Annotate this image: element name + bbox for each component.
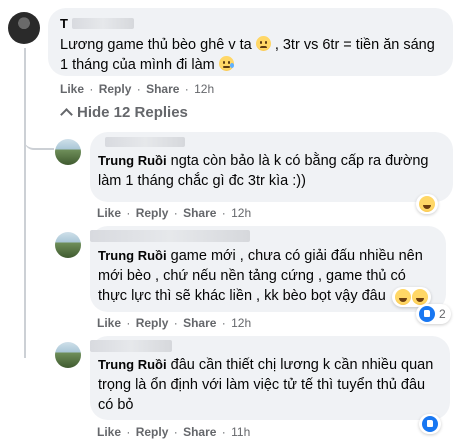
timestamp[interactable]: 12h <box>231 206 251 220</box>
avatar[interactable] <box>55 232 81 258</box>
reaction-badge[interactable]: 2 <box>416 304 451 324</box>
reply-link[interactable]: Reply <box>136 206 169 220</box>
laugh-reaction-icon <box>395 289 411 305</box>
reaction-badge[interactable] <box>416 194 438 214</box>
like-link[interactable]: Like <box>97 206 121 220</box>
like-link[interactable]: Like <box>97 316 121 330</box>
reply-author[interactable]: Trung Ruồi <box>98 153 167 168</box>
chevron-up-icon <box>60 108 73 121</box>
comment-bubble: T Lương game thủ bèo ghê v ta , 3tr vs 6… <box>48 8 453 76</box>
share-link[interactable]: Share <box>183 316 216 330</box>
timestamp[interactable]: 12h <box>194 82 214 96</box>
reaction-badge[interactable] <box>419 414 441 434</box>
share-link[interactable]: Share <box>183 206 216 220</box>
reply-text: Trung Ruồi game mới , chưa có giải đấu n… <box>98 248 423 304</box>
reply-link[interactable]: Reply <box>136 425 169 439</box>
reply-link[interactable]: Reply <box>136 316 169 330</box>
reply-actions: Like · Reply · Share · 12h <box>97 206 252 220</box>
reply-author[interactable]: Trung Ruồi <box>98 248 167 263</box>
crying-emoji-icon <box>218 56 234 71</box>
hide-replies-button[interactable]: Hide 12 Replies <box>60 104 188 121</box>
redacted-name <box>71 18 134 29</box>
like-reaction-icon <box>419 306 435 322</box>
timestamp[interactable]: 12h <box>231 316 251 330</box>
like-link[interactable]: Like <box>97 425 121 439</box>
comment-actions: Like · Reply · Share · 12h <box>60 82 215 96</box>
redacted-name <box>90 340 172 352</box>
like-reaction-icon <box>422 416 438 432</box>
redacted-name <box>90 230 250 242</box>
thread-line <box>24 48 26 358</box>
thread-connector <box>24 125 54 150</box>
redacted-name <box>105 137 185 147</box>
reply-bubble: Trung Ruồi ngta còn bảo là k có bằng cấp… <box>90 132 453 202</box>
avatar[interactable] <box>55 342 81 368</box>
reply-link[interactable]: Reply <box>99 82 132 96</box>
avatar[interactable] <box>8 12 40 44</box>
reply-actions: Like · Reply · Share · 12h <box>97 316 252 330</box>
reply-author[interactable]: Trung Ruồi <box>98 357 167 372</box>
comment-text: Lương game thủ bèo ghê v ta , 3tr vs 6tr… <box>60 36 435 73</box>
share-link[interactable]: Share <box>183 425 216 439</box>
like-link[interactable]: Like <box>60 82 84 96</box>
sad-emoji-icon <box>255 36 271 51</box>
comment-author[interactable]: T <box>60 16 68 31</box>
laugh-reaction-icon <box>419 196 435 212</box>
share-link[interactable]: Share <box>146 82 179 96</box>
reply-bubble: Trung Ruồi đâu cần thiết chị lương k cần… <box>90 336 450 420</box>
avatar[interactable] <box>55 139 81 165</box>
laugh-reaction-icon <box>412 289 428 305</box>
reply-actions: Like · Reply · Share · 11h <box>97 425 251 439</box>
reply-text: Trung Ruồi đâu cần thiết chị lương k cần… <box>98 357 434 413</box>
timestamp[interactable]: 11h <box>231 425 250 439</box>
reaction-count: 2 <box>439 307 446 321</box>
reply-text: Trung Ruồi ngta còn bảo là k có bằng cấp… <box>98 153 429 189</box>
